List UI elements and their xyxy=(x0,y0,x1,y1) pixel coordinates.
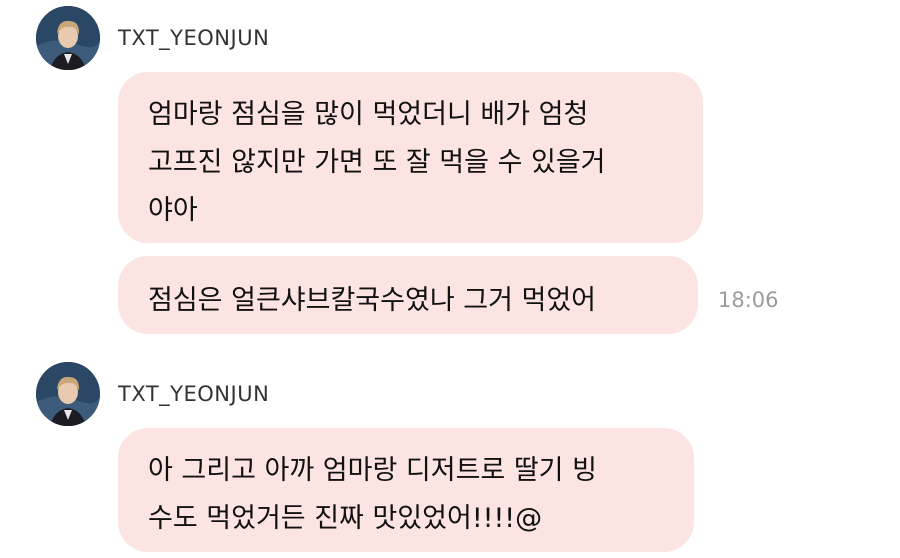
avatar[interactable] xyxy=(36,6,100,70)
sender-name: TXT_YEONJUN xyxy=(118,26,270,50)
message-text: 점심은 얼큰샤브칼국수였나 그거 먹었어 xyxy=(148,285,597,316)
message-text: 엄마랑 점심을 많이 먹었더니 배가 엄청 xyxy=(148,99,589,130)
message-bubble[interactable]: 아 그리고 아까 엄마랑 디저트로 딸기 빙 수도 먹었거든 진짜 맛있었어!!… xyxy=(118,428,694,552)
message-bubble[interactable]: 점심은 얼큰샤브칼국수였나 그거 먹었어 xyxy=(118,256,698,334)
sender-name: TXT_YEONJUN xyxy=(118,382,270,406)
message-bubble[interactable]: 엄마랑 점심을 많이 먹었더니 배가 엄청 고프진 않지만 가면 또 잘 먹을 … xyxy=(118,72,703,243)
avatar[interactable] xyxy=(36,362,100,426)
message-text: 야아 xyxy=(148,195,198,226)
message-text: 아 그리고 아까 엄마랑 디저트로 딸기 빙 xyxy=(148,455,597,486)
message-timestamp: 18:06 xyxy=(718,288,779,312)
message-text: 수도 먹었거든 진짜 맛있었어!!!!@ xyxy=(148,503,543,534)
profile-photo-icon xyxy=(36,6,100,70)
message-text: 고프진 않지만 가면 또 잘 먹을 수 있을거 xyxy=(148,147,606,178)
profile-photo-icon xyxy=(36,362,100,426)
